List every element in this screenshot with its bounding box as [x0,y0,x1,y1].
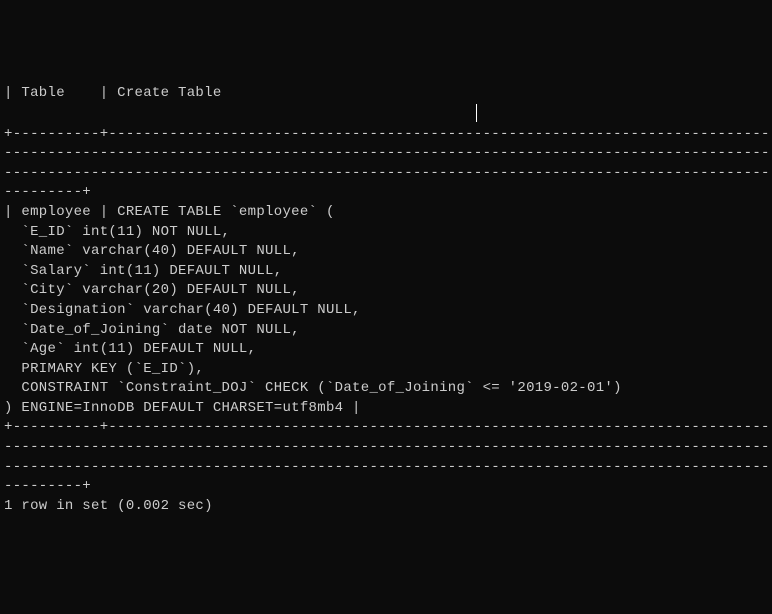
terminal-line: `Designation` varchar(40) DEFAULT NULL, [4,301,768,321]
terminal-line: +----------+----------------------------… [4,125,768,145]
terminal-line: `Salary` int(11) DEFAULT NULL, [4,262,768,282]
terminal-line: `E_ID` int(11) NOT NULL, [4,223,768,243]
terminal-line: `Date_of_Joining` date NOT NULL, [4,321,768,341]
terminal-line: | Table | Create Table [4,84,768,104]
text-cursor [476,104,477,122]
terminal-line: ) ENGINE=InnoDB DEFAULT CHARSET=utf8mb4 … [4,399,768,419]
terminal-line: ---------+ [4,183,768,203]
terminal-line: `City` varchar(20) DEFAULT NULL, [4,281,768,301]
terminal-line: CONSTRAINT `Constraint_DOJ` CHECK (`Date… [4,379,768,399]
terminal-line: | employee | CREATE TABLE `employee` ( [4,203,768,223]
terminal-line: ----------------------------------------… [4,144,768,164]
terminal-line: 1 row in set (0.002 sec) [4,497,768,517]
terminal-line: ----------------------------------------… [4,438,768,458]
terminal-line: ----------------------------------------… [4,164,768,184]
terminal-line [4,104,768,125]
terminal-line: `Age` int(11) DEFAULT NULL, [4,340,768,360]
terminal-line: +----------+----------------------------… [4,418,768,438]
terminal-line: ----------------------------------------… [4,458,768,478]
terminal-output: | Table | Create Table +----------+-----… [4,84,768,516]
terminal-line: PRIMARY KEY (`E_ID`), [4,360,768,380]
terminal-line: ---------+ [4,477,768,497]
terminal-line: `Name` varchar(40) DEFAULT NULL, [4,242,768,262]
